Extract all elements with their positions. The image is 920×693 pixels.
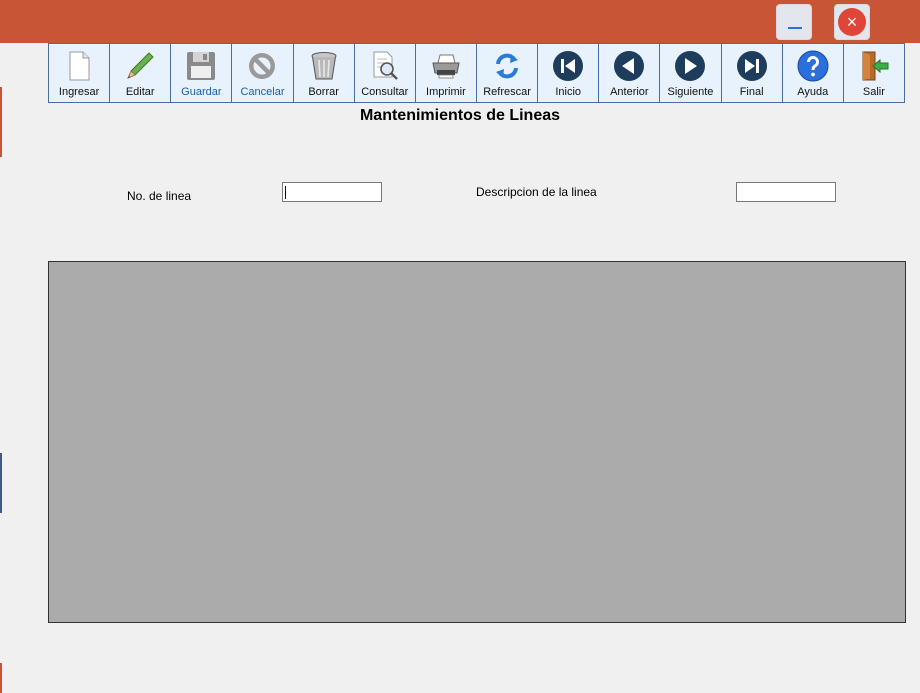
close-button[interactable]: × [834,4,870,40]
title-bar: × [0,0,920,43]
cancel-icon [249,53,276,79]
edge-marker [0,663,2,693]
editar-button[interactable]: Editar [110,44,172,102]
siguiente-label: Siguiente [667,86,714,98]
guardar-label: Guardar [181,86,222,98]
imprimir-label: Imprimir [426,86,466,98]
imprimir-button[interactable]: Imprimir [415,44,477,102]
borrar-button[interactable]: Borrar [293,44,355,102]
final-button[interactable]: Final [721,44,783,102]
ayuda-button[interactable]: Ayuda [782,44,844,102]
consultar-label: Consultar [361,86,409,98]
trash-can-icon [311,52,337,80]
ingresar-label: Ingresar [58,86,100,98]
left-window-edge [0,43,2,693]
line-number-label: No. de linea [127,189,192,203]
edge-marker [0,453,2,513]
editar-label: Editar [125,86,155,98]
final-label: Final [739,86,764,98]
line-number-input[interactable] [282,182,382,202]
search-document-icon [373,51,398,80]
help-icon [797,50,829,82]
minimize-icon [788,27,802,29]
consultar-button[interactable]: Consultar [354,44,416,102]
floppy-disk-icon [187,52,216,80]
description-input[interactable] [736,182,836,202]
text-caret [285,186,286,199]
inicio-button[interactable]: Inicio [538,44,600,102]
cancelar-button[interactable]: Cancelar [232,44,294,102]
salir-button[interactable]: Salir [843,44,904,102]
siguiente-button[interactable]: Siguiente [660,44,722,102]
form-title: Mantenimientos de Lineas [359,107,561,124]
minimize-button[interactable] [776,4,812,40]
description-label: Descripcion de la linea [476,185,597,199]
exit-door-icon [862,51,889,81]
ayuda-label: Ayuda [797,86,829,98]
anterior-button[interactable]: Anterior [599,44,661,102]
last-record-icon [736,51,767,81]
toolbar: Ingresar Editar Guardar Cancelar Borrar … [48,43,905,103]
close-icon: × [838,8,866,36]
borrar-label: Borrar [308,86,339,98]
guardar-button[interactable]: Guardar [171,44,233,102]
pencil-icon [127,52,154,79]
new-document-icon [69,51,90,81]
inicio-label: Inicio [555,86,582,98]
anterior-label: Anterior [610,86,649,98]
refrescar-label: Refrescar [483,86,531,98]
data-grid[interactable] [48,261,906,623]
previous-record-icon [614,51,645,81]
salir-label: Salir [862,86,885,98]
next-record-icon [675,51,706,81]
refrescar-button[interactable]: Refrescar [476,44,539,102]
printer-icon [432,54,460,79]
first-record-icon [553,51,584,81]
cancelar-label: Cancelar [240,86,285,98]
refresh-icon [496,53,519,79]
ingresar-button[interactable]: Ingresar [49,44,111,102]
